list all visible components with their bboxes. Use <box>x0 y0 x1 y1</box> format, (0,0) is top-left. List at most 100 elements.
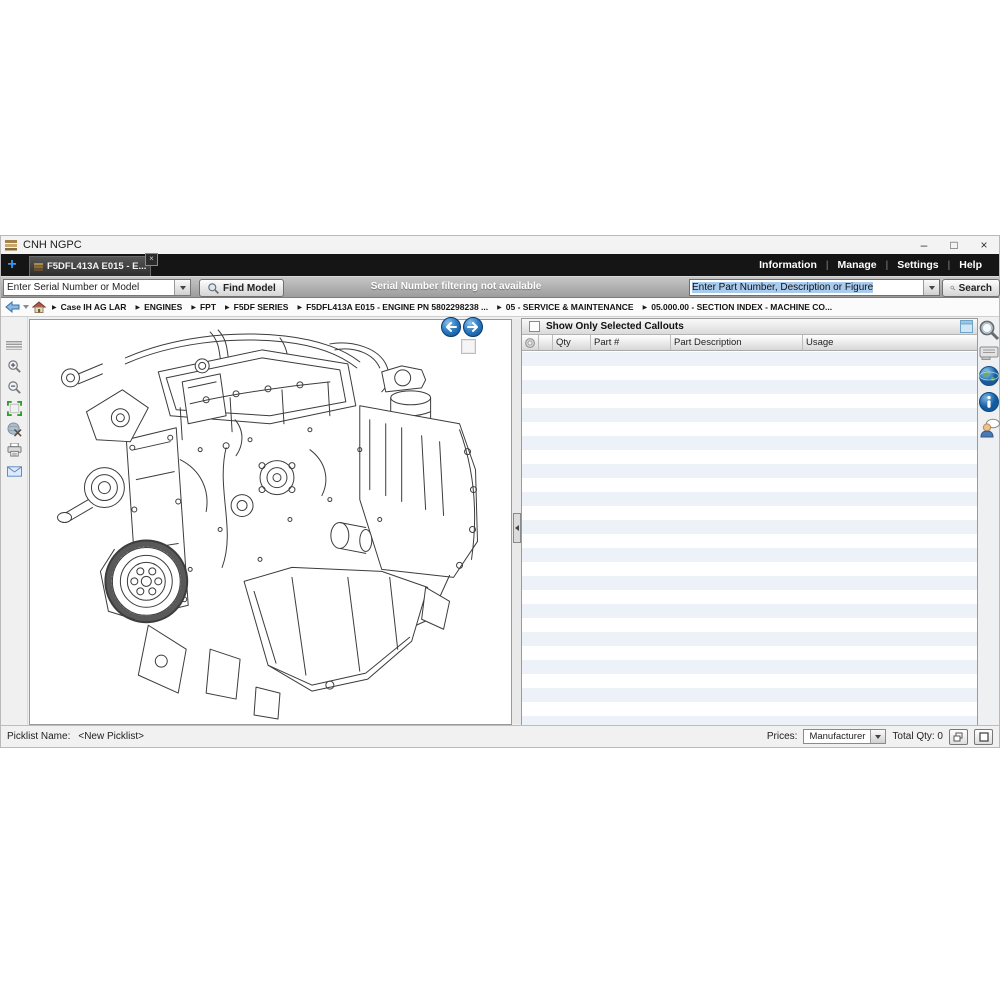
breadcrumb-item[interactable]: ▶ FPT <box>191 302 216 312</box>
tab-label: F5DFL413A E015 - E... <box>47 261 146 272</box>
maximize-button[interactable]: □ <box>939 236 969 254</box>
drag-handle-icon[interactable] <box>6 337 23 353</box>
breadcrumb-item[interactable]: ▶ 05.000.00 - SECTION INDEX - MACHINE CO… <box>643 302 833 312</box>
menu-help[interactable]: Help <box>950 259 991 271</box>
arrow-left-icon <box>445 322 457 332</box>
tab-close-icon[interactable]: × <box>145 253 158 266</box>
app-window: CNH NGPC – □ × + F5DFL413A E015 - E... ×… <box>0 235 1000 748</box>
column-select <box>539 335 553 350</box>
window-controls: – □ × <box>909 236 999 254</box>
menu-information[interactable]: Information <box>750 259 826 271</box>
menu-settings[interactable]: Settings <box>888 259 947 271</box>
breadcrumb: ▶ Case IH AG LAR ▶ ENGINES ▶ FPT ▶ F5DF … <box>1 298 999 317</box>
show-only-selected-checkbox[interactable] <box>529 321 540 332</box>
previous-figure-button[interactable] <box>441 317 461 337</box>
picklist-name-label: Picklist Name: <box>7 731 70 742</box>
chevron-down-icon <box>875 735 881 739</box>
zoom-out-button[interactable] <box>6 379 23 395</box>
panel-splitter[interactable] <box>512 319 521 724</box>
callouts-filter-bar: Show Only Selected Callouts <box>522 319 977 335</box>
search-toolbar: Find Model Serial Number filtering not a… <box>1 276 999 298</box>
zoom-in-button[interactable] <box>6 358 23 374</box>
search-label: Search <box>959 283 992 294</box>
print-list-icon[interactable] <box>978 345 1000 361</box>
breadcrumb-arrow-icon: ▶ <box>225 304 230 311</box>
serial-number-input[interactable] <box>4 280 174 295</box>
back-arrow-icon[interactable] <box>5 301 20 313</box>
status-bar: Picklist Name: <New Picklist> Prices: Ma… <box>1 725 999 747</box>
filter-notice: Serial Number filtering not available <box>336 281 576 292</box>
app-logo-icon <box>5 239 17 251</box>
search-button[interactable]: Search <box>942 279 1000 297</box>
serial-dropdown-button[interactable] <box>174 280 190 295</box>
maximize-panel-button[interactable] <box>974 729 993 745</box>
menu-manage[interactable]: Manage <box>829 259 886 271</box>
chevron-down-icon <box>929 286 935 290</box>
expand-all-icon[interactable] <box>522 335 539 350</box>
breadcrumb-arrow-icon: ▶ <box>52 304 57 311</box>
window-title: CNH NGPC <box>23 239 82 251</box>
show-only-selected-label: Show Only Selected Callouts <box>546 321 684 332</box>
search-tool-icon[interactable] <box>978 319 1000 341</box>
figure-viewer[interactable] <box>29 319 512 725</box>
thumbnail-toggle-button[interactable] <box>461 339 476 354</box>
home-icon[interactable] <box>32 301 46 313</box>
serial-number-combo[interactable] <box>3 279 191 296</box>
table-view-icon[interactable] <box>960 320 973 333</box>
breadcrumb-arrow-icon: ▶ <box>297 304 302 311</box>
breadcrumb-arrow-icon: ▶ <box>643 304 648 311</box>
breadcrumb-item[interactable]: ▶ F5DFL413A E015 - ENGINE PN 5802298238 … <box>297 302 488 312</box>
breadcrumb-item[interactable]: ▶ F5DF SERIES <box>225 302 288 312</box>
column-usage[interactable]: Usage <box>803 335 977 350</box>
next-figure-button[interactable] <box>463 317 483 337</box>
fit-to-screen-button[interactable] <box>6 400 23 416</box>
prices-value: Manufacturer <box>804 730 870 743</box>
part-search-input[interactable]: Enter Part Number, Description or Figure <box>690 280 923 295</box>
breadcrumb-arrow-icon: ▶ <box>191 304 196 311</box>
breadcrumb-item[interactable]: ▶ Case IH AG LAR <box>52 302 126 312</box>
parts-list-panel: Show Only Selected Callouts Qty Part # P… <box>521 318 978 726</box>
breadcrumb-arrow-icon: ▶ <box>497 304 502 311</box>
viewer-tool-strip <box>1 317 28 725</box>
info-icon[interactable] <box>978 391 1000 413</box>
minimize-button[interactable]: – <box>909 236 939 254</box>
total-qty: Total Qty: 0 <box>892 731 943 742</box>
app-menu: Information | Manage | Settings | Help <box>750 254 991 276</box>
feedback-chat-icon[interactable] <box>978 417 1000 439</box>
close-button[interactable]: × <box>969 236 999 254</box>
cascade-windows-button[interactable] <box>949 729 968 745</box>
tab-icon <box>34 263 43 271</box>
part-search-dropdown-button[interactable] <box>923 280 939 295</box>
part-search-combo[interactable]: Enter Part Number, Description or Figure <box>689 279 940 296</box>
find-model-button[interactable]: Find Model <box>199 279 284 297</box>
parts-table-body[interactable] <box>522 352 977 725</box>
chevron-down-icon <box>180 286 186 290</box>
collapse-panel-handle[interactable] <box>513 513 521 543</box>
title-bar: CNH NGPC – □ × <box>1 236 999 254</box>
prices-dropdown-button[interactable] <box>870 730 885 743</box>
breadcrumb-item[interactable]: ▶ 05 - SERVICE & MAINTENANCE <box>497 302 633 312</box>
history-dropdown-icon[interactable] <box>23 305 29 309</box>
parts-table-header: Qty Part # Part Description Usage <box>522 335 977 351</box>
magnifier-icon <box>950 282 956 294</box>
prices-dropdown[interactable]: Manufacturer <box>803 729 886 744</box>
magnifier-icon <box>207 282 220 295</box>
arrow-right-icon <box>467 322 479 332</box>
find-model-label: Find Model <box>223 283 276 294</box>
breadcrumb-item[interactable]: ▶ ENGINES <box>135 302 182 312</box>
web-info-icon[interactable] <box>978 365 1000 387</box>
main-area: Show Only Selected Callouts Qty Part # P… <box>1 317 999 725</box>
column-part-description[interactable]: Part Description <box>671 335 803 350</box>
column-qty[interactable]: Qty <box>553 335 591 350</box>
print-button[interactable] <box>6 442 23 458</box>
breadcrumb-arrow-icon: ▶ <box>135 304 140 311</box>
right-tool-rail <box>978 317 999 725</box>
email-button[interactable] <box>6 463 23 479</box>
rotate-3d-disabled-icon[interactable] <box>6 421 23 437</box>
picklist-name-value[interactable]: <New Picklist> <box>78 731 144 742</box>
tab-active-model[interactable]: F5DFL413A E015 - E... × <box>29 256 151 276</box>
new-tab-button[interactable]: + <box>4 255 20 275</box>
column-part-number[interactable]: Part # <box>591 335 671 350</box>
collapse-left-icon <box>515 525 519 531</box>
page: Æ Æ Æ Æ Æ Æ Æ CNH NGPC – □ × + <box>0 0 1000 1000</box>
